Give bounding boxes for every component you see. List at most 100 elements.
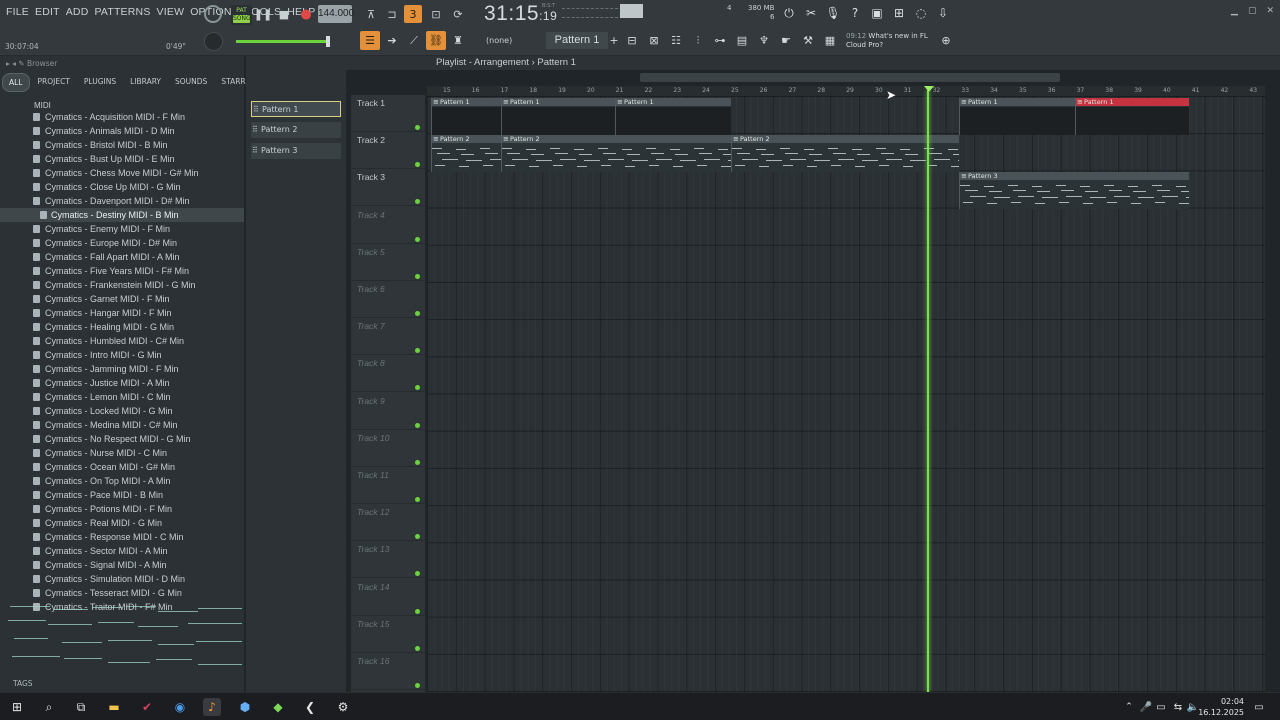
picker-pattern-1[interactable]: Pattern 1 <box>251 101 341 117</box>
browser-item[interactable]: Cymatics - Animals MIDI - D Min <box>0 124 244 138</box>
browser-item[interactable]: Cymatics - Hangar MIDI - F Min <box>0 306 244 320</box>
master-pitch-knob[interactable] <box>204 32 223 51</box>
file-explorer-icon[interactable]: ▬ <box>105 698 123 716</box>
browser-item[interactable]: Cymatics - Healing MIDI - G Min <box>0 320 244 334</box>
browser-icon[interactable]: ⊶ <box>710 31 730 50</box>
display-tray-icon[interactable]: ▭ <box>1152 698 1170 716</box>
track-header[interactable]: Track 8 <box>351 355 425 393</box>
track-header[interactable]: Track 5 <box>351 244 425 281</box>
playlist-icon[interactable]: ⊟ <box>622 31 642 50</box>
browser-item[interactable]: Cymatics - Fall Apart MIDI - A Min <box>0 250 244 264</box>
help-icon[interactable]: ? <box>846 4 864 22</box>
browser-item[interactable]: Cymatics - Europe MIDI - D# Min <box>0 236 244 250</box>
minimize-icon[interactable]: ▁ <box>1231 6 1238 16</box>
news-panel[interactable]: 09:12 What's new in FL Cloud Pro? <box>846 32 928 50</box>
browser-item[interactable]: Cymatics - Response MIDI - C Min <box>0 530 244 544</box>
track-header[interactable]: Track 11 <box>351 467 425 504</box>
browser-item[interactable]: Cymatics - Enemy MIDI - F Min <box>0 222 244 236</box>
menu-add[interactable]: ADD <box>66 6 89 18</box>
menu-view[interactable]: VIEW <box>157 6 185 18</box>
track-header[interactable]: Track 16 <box>351 653 425 690</box>
plugin-icon[interactable]: ♆ <box>754 31 774 50</box>
track-header[interactable]: Track 4 <box>351 207 425 244</box>
save-icon[interactable]: ▣ <box>868 4 886 22</box>
browser-item[interactable]: Cymatics - Intro MIDI - G Min <box>0 348 244 362</box>
track-mute-led[interactable] <box>415 125 420 130</box>
browser-item[interactable]: Cymatics - On Top MIDI - A Min <box>0 474 244 488</box>
windows-start-icon[interactable]: ⊞ <box>8 698 26 716</box>
track-header[interactable]: Track 6 <box>351 281 425 318</box>
arrow-right-icon[interactable]: ➔ <box>382 31 402 50</box>
pin-icon[interactable]: ▦ <box>820 31 840 50</box>
app-icon[interactable]: ✔ <box>138 698 156 716</box>
track-header[interactable]: Track 13 <box>351 541 425 579</box>
track-header[interactable]: Track 2 <box>351 132 425 170</box>
track-mute-led[interactable] <box>415 571 420 577</box>
back-app-icon[interactable]: ❮ <box>301 698 319 716</box>
tab-library[interactable]: LIBRARY <box>124 73 167 92</box>
browser-item[interactable]: Cymatics - Potions MIDI - F Min <box>0 502 244 516</box>
track-mute-led[interactable] <box>415 459 420 465</box>
step-edit-icon[interactable]: ⊡ <box>427 5 445 23</box>
timeline-ruler[interactable]: 15 16 17 18 19 20 21 22 23 24 25 26 27 28 29 30 31 32 33 34… <box>427 86 1265 96</box>
track-mute-led[interactable] <box>415 311 420 316</box>
browser-item[interactable]: Cymatics - Pace MIDI - B Min <box>0 488 244 502</box>
pattern-clip[interactable]: Pattern 1 <box>501 98 615 135</box>
browser-item[interactable]: Cymatics - Signal MIDI - A Min <box>0 558 244 572</box>
track-mute-led[interactable] <box>415 348 420 354</box>
browser-item[interactable]: Cymatics - Frankenstein MIDI - G Min <box>0 278 244 292</box>
pattern-clip[interactable]: Pattern 2 <box>431 135 501 172</box>
microphone-icon[interactable]: 🎙 <box>824 4 842 22</box>
browser-item[interactable]: Cymatics - Tesseract MIDI - G Min <box>0 586 244 600</box>
track-mute-led[interactable] <box>415 422 420 428</box>
touch-icon[interactable]: ☛ <box>776 31 796 50</box>
tags-label[interactable]: TAGS <box>13 679 33 688</box>
browser-item[interactable]: Cymatics - Bristol MIDI - B Min <box>0 138 244 152</box>
browser-item[interactable]: Cymatics - Bust Up MIDI - E Min <box>0 152 244 166</box>
fl-studio-icon[interactable]: ♪ <box>203 698 221 716</box>
master-volume-slider[interactable] <box>236 36 330 47</box>
picker-pattern-2[interactable]: Pattern 2 <box>251 122 341 138</box>
track-mute-led[interactable] <box>415 199 420 205</box>
browser-item[interactable]: Cymatics - Medina MIDI - C# Min <box>0 418 244 432</box>
tray-chevron-icon[interactable]: ⌃ <box>1120 698 1138 716</box>
pattern-song-toggle[interactable]: PAT SONG <box>231 5 252 25</box>
browser-item[interactable]: Cymatics - Locked MIDI - G Min <box>0 404 244 418</box>
playhead-marker[interactable] <box>924 86 934 92</box>
track-header[interactable]: Track 14 <box>351 579 425 616</box>
browser-item[interactable]: Cymatics - Garnet MIDI - F Min <box>0 292 244 306</box>
browser-item[interactable]: Cymatics - Five Years MIDI - F# Min <box>0 264 244 278</box>
pattern-clip[interactable]: Pattern 2 <box>501 135 731 172</box>
export-icon[interactable]: ⊞ <box>890 4 908 22</box>
track-header[interactable]: Track 9 <box>351 393 425 430</box>
folder-midi[interactable]: MIDI <box>0 102 244 110</box>
pattern-clip[interactable]: Pattern 3 <box>959 172 1189 209</box>
horizontal-scrollbar[interactable] <box>640 73 1060 82</box>
stop-icon[interactable]: ■ <box>275 5 293 23</box>
add-pattern-icon[interactable]: + <box>604 31 624 50</box>
menu-edit[interactable]: EDIT <box>35 6 60 18</box>
browser-item[interactable]: Cymatics - Chess Move MIDI - G# Min <box>0 166 244 180</box>
playlist-window-icon[interactable]: ☰ <box>360 31 380 50</box>
chat-icon[interactable]: ◌ <box>912 4 930 22</box>
browser-item[interactable]: Cymatics - Sector MIDI - A Min <box>0 544 244 558</box>
tab-all[interactable]: ALL <box>2 73 30 92</box>
browser-item[interactable]: Cymatics - Justice MIDI - A Min <box>0 376 244 390</box>
search-icon[interactable]: ⌕ <box>40 698 58 716</box>
track-header[interactable]: Track 15 <box>351 616 425 653</box>
stamp-icon[interactable]: ♜ <box>448 31 468 50</box>
track-mute-led[interactable] <box>415 534 420 540</box>
playhead[interactable] <box>927 90 929 692</box>
settings-icon[interactable]: ⚙ <box>334 698 352 716</box>
browser-item[interactable]: Cymatics - Real MIDI - G Min <box>0 516 244 530</box>
chrome-icon[interactable]: ◉ <box>171 698 189 716</box>
maximize-icon[interactable]: ▢ <box>1248 6 1257 16</box>
track-mute-led[interactable] <box>415 385 420 391</box>
countdown-icon[interactable]: 3 <box>404 5 422 23</box>
pause-icon[interactable]: ❚❚ <box>254 5 272 23</box>
cut-icon[interactable]: ✂ <box>802 4 820 22</box>
pattern-clip[interactable]: Pattern 1 <box>615 98 731 135</box>
mixer-icon[interactable]: ⫶ <box>688 31 708 50</box>
tempo-display[interactable]: 144.000 <box>318 5 354 23</box>
browser-item[interactable]: Cymatics - Destiny MIDI - B Min <box>0 208 244 222</box>
